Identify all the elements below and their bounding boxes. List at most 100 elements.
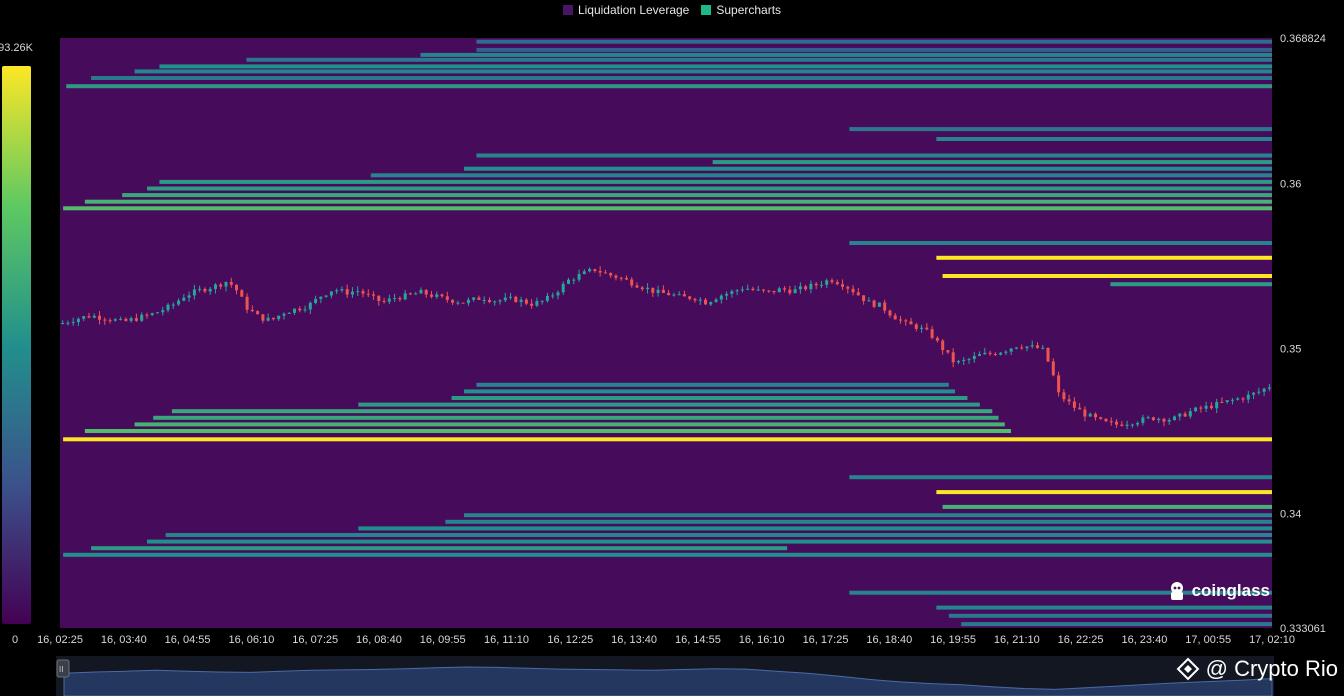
- candle-body-81: [488, 300, 491, 302]
- candle-body-191: [1067, 399, 1071, 402]
- candle-body-227: [1257, 391, 1261, 393]
- liquidation-band-11: [712, 160, 1273, 165]
- candle-body-107: [625, 277, 628, 280]
- liquidation-band-21: [942, 274, 1272, 278]
- candle-body-29: [214, 284, 217, 289]
- liquidation-band-38: [165, 533, 1272, 537]
- candle-body-2: [71, 322, 75, 323]
- candle-body-74: [451, 299, 455, 303]
- candle-body-134: [767, 290, 771, 292]
- candle-body-33: [235, 284, 238, 291]
- candle-body-23: [182, 297, 186, 301]
- liquidation-band-25: [451, 396, 968, 400]
- candle-body-190: [1062, 392, 1066, 400]
- candle-body-109: [635, 285, 639, 288]
- candle-body-63: [393, 298, 397, 300]
- liquidation-band-31: [63, 437, 1273, 442]
- candle-body-32: [229, 282, 233, 285]
- candle-body-176: [988, 352, 992, 354]
- candle-body-101: [593, 269, 597, 271]
- x-tick-label-12: 16, 17:25: [803, 634, 849, 646]
- candle-body-80: [482, 300, 486, 301]
- colorbar-min-label: 0: [12, 634, 18, 646]
- x-tick-label-2: 16, 04:55: [165, 634, 211, 646]
- liquidation-band-13: [370, 173, 1272, 178]
- candle-body-208: [1157, 418, 1161, 421]
- candle-body-16: [145, 314, 149, 316]
- candle-body-170: [957, 361, 960, 363]
- candle-body-222: [1231, 399, 1234, 401]
- candle-body-51: [329, 291, 333, 296]
- candle-body-53: [340, 289, 344, 291]
- liquidation-band-22: [1110, 282, 1272, 287]
- liquidation-band-17: [84, 199, 1272, 204]
- candle-body-159: [899, 319, 902, 321]
- liquidation-band-15: [147, 186, 1273, 191]
- liquidation-band-36: [445, 519, 1272, 524]
- candle-body-14: [134, 318, 138, 321]
- liquidation-band-39: [147, 539, 1273, 544]
- candle-body-76: [461, 302, 465, 304]
- candle-body-136: [777, 288, 781, 293]
- liquidation-band-23: [476, 382, 949, 387]
- candle-body-216: [1199, 407, 1203, 409]
- candle-body-119: [688, 296, 692, 299]
- candle-body-182: [1020, 347, 1024, 349]
- candle-body-127: [730, 291, 734, 294]
- candle-body-98: [577, 274, 581, 280]
- candle-body-38: [261, 314, 265, 321]
- candle-body-9: [108, 320, 112, 322]
- liquidation-band-5: [134, 69, 1272, 74]
- x-tick-label-10: 16, 14:55: [675, 634, 721, 646]
- x-tick-label-3: 16, 06:10: [228, 634, 274, 646]
- candle-body-195: [1088, 413, 1092, 417]
- candle-body-79: [477, 297, 481, 300]
- candle-body-48: [314, 298, 318, 303]
- candle-body-12: [124, 318, 128, 321]
- candle-body-4: [82, 316, 86, 319]
- candle-body-103: [603, 272, 607, 274]
- y-tick-label-3: 0.34: [1280, 509, 1301, 521]
- liquidation-band-34: [942, 504, 1272, 509]
- candle-body-87: [519, 299, 523, 302]
- colorbar-gradient: [2, 66, 31, 624]
- x-tick-label-4: 16, 07:25: [292, 634, 338, 646]
- candle-body-31: [224, 282, 228, 287]
- candle-body-150: [851, 288, 855, 293]
- liquidation-band-43: [936, 605, 1272, 610]
- candle-body-42: [282, 313, 286, 316]
- x-tick-label-18: 17, 00:55: [1185, 634, 1231, 646]
- candle-body-44: [293, 308, 296, 313]
- candle-body-205: [1141, 417, 1145, 423]
- candle-body-21: [171, 304, 175, 306]
- navigator-handle-label: II: [59, 665, 63, 674]
- candle-body-156: [883, 302, 887, 311]
- x-tick-label-5: 16, 08:40: [356, 634, 402, 646]
- candle-body-65: [403, 293, 407, 300]
- candle-body-34: [240, 290, 244, 297]
- candle-body-104: [609, 273, 613, 276]
- candle-body-64: [398, 298, 402, 300]
- candle-body-90: [535, 301, 539, 306]
- candle-body-128: [735, 290, 739, 292]
- candle-body-17: [150, 313, 154, 315]
- candle-body-7: [98, 315, 101, 320]
- candle-body-36: [250, 309, 254, 312]
- candle-body-115: [667, 292, 671, 296]
- candle-body-100: [588, 269, 592, 272]
- candle-body-189: [1057, 375, 1061, 393]
- liquidation-band-37: [358, 526, 1273, 531]
- candle-body-229: [1267, 387, 1271, 389]
- candle-body-86: [514, 296, 518, 302]
- candle-body-106: [619, 277, 623, 279]
- candle-body-223: [1236, 398, 1240, 400]
- candle-body-28: [208, 288, 212, 292]
- candle-body-30: [219, 284, 223, 287]
- candle-body-68: [419, 289, 423, 294]
- candle-body-91: [540, 300, 544, 302]
- candle-body-184: [1030, 345, 1034, 347]
- candle-body-96: [567, 279, 570, 284]
- range-navigator[interactable]: II: [56, 656, 1274, 696]
- candle-body-83: [498, 300, 502, 302]
- candle-body-10: [113, 319, 117, 321]
